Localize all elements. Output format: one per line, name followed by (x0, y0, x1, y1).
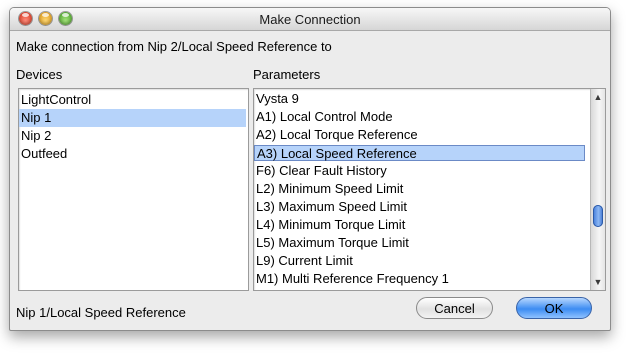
chevron-up-icon[interactable]: ▲ (591, 90, 605, 104)
parameter-item[interactable]: L5) Maximum Torque Limit (254, 234, 587, 252)
parameter-item-selected[interactable]: A3) Local Speed Reference (254, 145, 585, 161)
title-bar[interactable]: Make Connection (10, 8, 610, 31)
connection-prompt: Make connection from Nip 2/Local Speed R… (16, 39, 332, 54)
device-item-selected[interactable]: Nip 1 (19, 109, 246, 127)
scroll-thumb[interactable] (593, 205, 603, 227)
cancel-button[interactable]: Cancel (416, 297, 493, 319)
parameter-item[interactable]: M1) Multi Reference Frequency 1 (254, 270, 587, 288)
parameter-item[interactable]: L4) Minimum Torque Limit (254, 216, 587, 234)
device-item[interactable]: Outfeed (19, 145, 246, 163)
parameters-scrollbar[interactable]: ▲ ▼ (590, 89, 605, 290)
parameter-item[interactable]: A2) Local Torque Reference (254, 126, 587, 144)
parameter-item[interactable]: F6) Clear Fault History (254, 162, 587, 180)
parameter-item[interactable]: Vysta 9 (254, 90, 587, 108)
parameters-list[interactable]: Vysta 9 A1) Local Control Mode A2) Local… (253, 88, 606, 291)
window-title: Make Connection (259, 12, 361, 27)
chevron-down-icon[interactable]: ▼ (591, 275, 605, 289)
parameter-item[interactable]: A1) Local Control Mode (254, 108, 587, 126)
devices-label: Devices (16, 67, 63, 82)
parameters-label: Parameters (253, 67, 321, 82)
parameter-item[interactable]: L3) Maximum Speed Limit (254, 198, 587, 216)
device-item[interactable]: LightControl (19, 91, 246, 109)
parameter-item[interactable]: L2) Minimum Speed Limit (254, 180, 587, 198)
make-connection-dialog: Make Connection Make connection from Nip… (9, 7, 611, 331)
selection-status: Nip 1/Local Speed Reference (16, 305, 186, 320)
device-item[interactable]: Nip 2 (19, 127, 246, 145)
parameter-item[interactable]: L9) Current Limit (254, 252, 587, 270)
devices-list[interactable]: LightControl Nip 1 Nip 2 Outfeed (18, 88, 249, 291)
ok-button[interactable]: OK (516, 297, 592, 319)
